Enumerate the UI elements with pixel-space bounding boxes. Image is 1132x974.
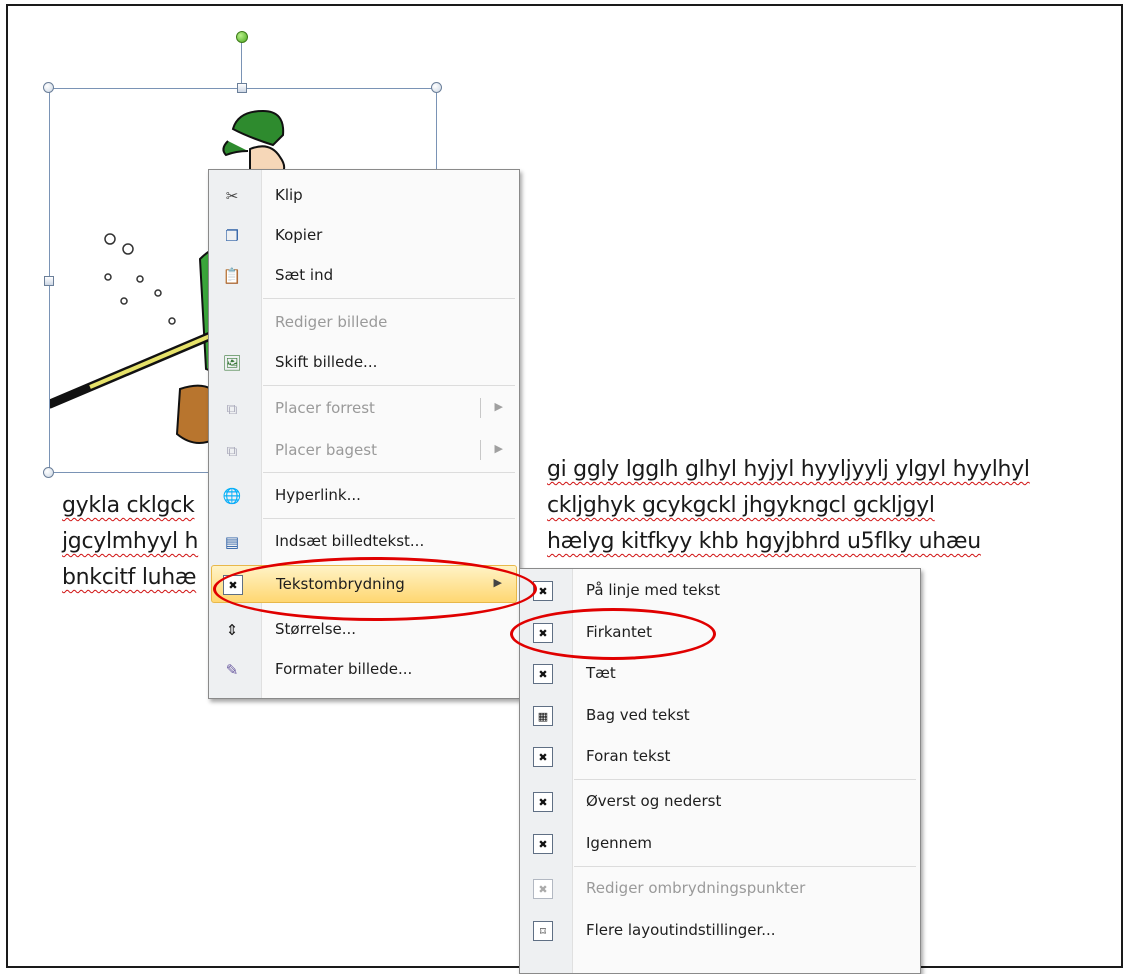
send-to-back-icon: ⧉ (226, 442, 238, 460)
doc-text-line-3: jgcylmhyyl h (62, 529, 199, 554)
doc-text-line-3b: hælyg kitfkyy khb hgyjbhrd u5flky uhæu (547, 529, 981, 554)
menu-item-label: Bag ved tekst (586, 706, 690, 724)
menu-item-label: Hyperlink... (275, 486, 361, 504)
paste-icon: 📋 (222, 267, 242, 285)
menu-item-cut[interactable]: ✂ Klip (211, 177, 517, 215)
doc-text-line-2: gykla cklgck (62, 493, 195, 518)
menu-separator (263, 472, 515, 473)
menu-item-label: Tæt (586, 664, 616, 682)
format-picture-icon: ✎ (225, 661, 239, 679)
submenu-item-top-and-bottom[interactable]: ✖ Øverst og nederst (522, 783, 918, 821)
doc-text-line-4: bnkcitf luhæ (62, 565, 197, 590)
submenu-item-through[interactable]: ✖ Igennem (522, 825, 918, 863)
resize-handle-top-middle[interactable] (237, 83, 247, 93)
menu-item-send-to-back[interactable]: ⧉ Placer bagest ▶ (211, 432, 517, 470)
menu-item-hyperlink[interactable]: 🌐 Hyperlink... (211, 477, 517, 515)
doc-text-line-1: gi ggly lgglh glhyl hyjyl hyyljyylj ylgy… (547, 457, 1030, 482)
doc-text-line-2b: ckljghyk gcykgckl jhgykngcl gckljgyl (547, 493, 935, 518)
submenu-item-tight[interactable]: ✖ Tæt (522, 655, 918, 693)
tight-wrap-icon: ✖ (532, 663, 554, 685)
menu-item-label: Indsæt billedtekst... (275, 532, 425, 550)
insert-caption-icon: ▤ (224, 533, 240, 551)
top-and-bottom-icon: ✖ (532, 791, 554, 813)
resize-handle-top-left[interactable] (43, 82, 54, 93)
menu-item-label: Flere layoutindstillinger... (586, 921, 776, 939)
menu-item-label: Rediger ombrydningspunkter (586, 879, 806, 897)
menu-item-copy[interactable]: ❐ Kopier (211, 217, 517, 255)
menu-item-label: Igennem (586, 834, 653, 852)
submenu-divider (480, 440, 481, 460)
change-picture-icon: 🖼 (222, 354, 242, 372)
behind-text-icon: ▦ (532, 705, 554, 727)
submenu-item-edit-wrap-points[interactable]: ✖ Rediger ombrydningspunkter (522, 870, 918, 908)
submenu-divider (480, 398, 481, 418)
menu-item-change-picture[interactable]: 🖼 Skift billede... (211, 344, 517, 382)
submenu-item-in-front-of-text[interactable]: ✖ Foran tekst (522, 738, 918, 776)
menu-item-bring-to-front[interactable]: ⧉ Placer forrest ▶ (211, 390, 517, 428)
resize-handle-bottom-left[interactable] (43, 467, 54, 478)
menu-item-label: Skift billede... (275, 353, 378, 371)
submenu-arrow-icon: ▶ (494, 400, 503, 413)
submenu-item-more-layout-options[interactable]: ⌑ Flere layoutindstillinger... (522, 912, 918, 950)
menu-separator (263, 298, 515, 299)
menu-separator (574, 779, 916, 780)
size-icon: ⇕ (225, 621, 239, 639)
menu-item-paste[interactable]: 📋 Sæt ind (211, 257, 517, 295)
in-front-of-text-icon: ✖ (532, 746, 554, 768)
more-layout-options-icon: ⌑ (532, 920, 554, 942)
menu-item-label: Placer forrest (275, 399, 375, 417)
menu-item-label: Rediger billede (275, 313, 388, 331)
menu-separator (263, 518, 515, 519)
annotation-ellipse-square (510, 608, 716, 660)
submenu-arrow-icon: ▶ (494, 442, 503, 455)
menu-item-label: Formater billede... (275, 660, 413, 678)
hyperlink-icon: 🌐 (222, 487, 242, 505)
submenu-item-behind-text[interactable]: ▦ Bag ved tekst (522, 697, 918, 735)
edit-wrap-points-icon: ✖ (532, 878, 554, 900)
rotation-stem (241, 42, 242, 84)
resize-handle-middle-left[interactable] (44, 276, 54, 286)
copy-icon: ❐ (225, 227, 239, 245)
bring-to-front-icon: ⧉ (226, 400, 238, 418)
annotation-ellipse-text-wrapping (213, 557, 537, 621)
scissors-icon: ✂ (225, 187, 239, 205)
submenu-item-inline-with-text[interactable]: ✖ På linje med tekst (522, 572, 918, 610)
menu-item-label: Størrelse... (275, 620, 357, 638)
menu-item-label: Øverst og nederst (586, 792, 722, 810)
through-wrap-icon: ✖ (532, 833, 554, 855)
rotate-handle[interactable] (236, 31, 248, 43)
menu-item-label: Placer bagest (275, 441, 377, 459)
menu-item-label: Sæt ind (275, 266, 334, 284)
menu-item-format-picture[interactable]: ✎ Formater billede... (211, 651, 517, 689)
resize-handle-top-right[interactable] (431, 82, 442, 93)
menu-item-label: På linje med tekst (586, 581, 720, 599)
menu-item-label: Kopier (275, 226, 323, 244)
menu-item-insert-caption[interactable]: ▤ Indsæt billedtekst... (211, 523, 517, 561)
menu-separator (263, 385, 515, 386)
menu-item-edit-picture[interactable]: Rediger billede (211, 304, 517, 342)
menu-item-label: Klip (275, 186, 303, 204)
menu-separator (574, 866, 916, 867)
menu-item-label: Foran tekst (586, 747, 671, 765)
